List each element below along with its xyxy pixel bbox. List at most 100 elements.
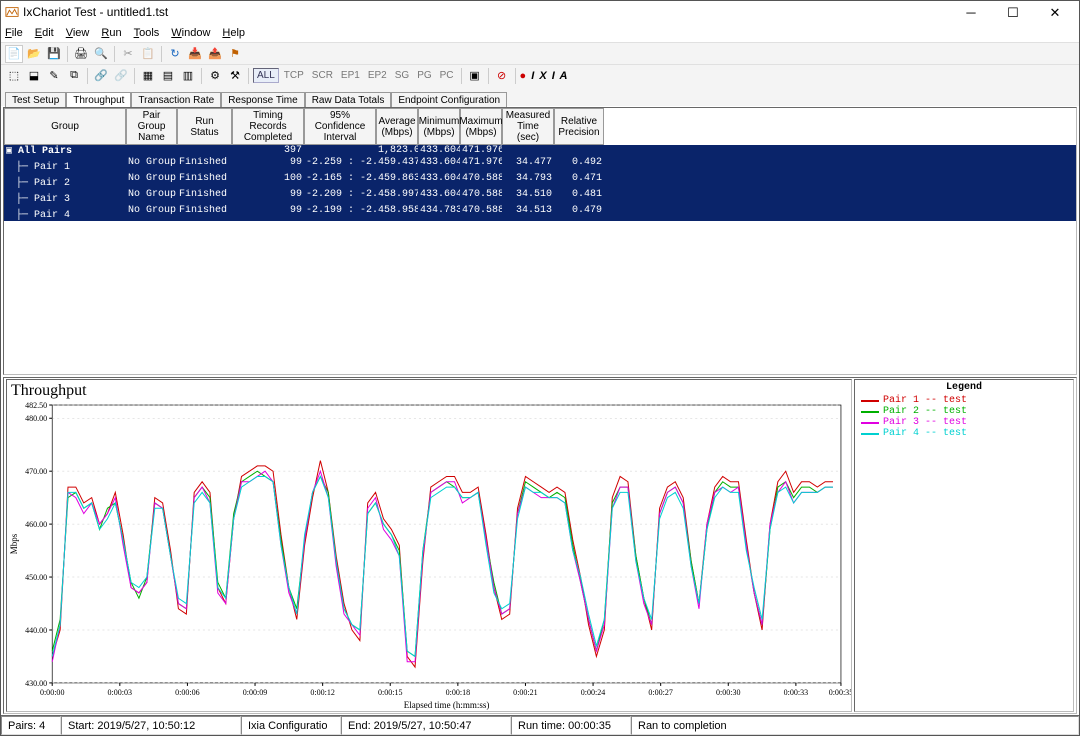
print-icon[interactable]: 🖨 [72,45,90,63]
table-row[interactable]: ▣ All Pairs3971,823.035433.604471.976 [4,145,1076,157]
minimize-button[interactable]: ─ [951,2,991,22]
import-icon[interactable]: 📥 [186,45,204,63]
menu-tools[interactable]: Tools [134,27,160,39]
menu-edit[interactable]: Edit [35,27,54,39]
column-header[interactable]: Timing Records Completed [232,108,304,145]
svg-text:0:00:06: 0:00:06 [175,688,200,697]
grid3-icon[interactable]: ▥ [179,67,197,85]
svg-text:430.00: 430.00 [25,679,47,688]
grid2-icon[interactable]: ▤ [159,67,177,85]
preview-icon[interactable]: 🔍 [92,45,110,63]
svg-text:460.00: 460.00 [25,520,47,529]
column-header[interactable]: Group [4,108,126,145]
tab-throughput[interactable]: Throughput [66,92,131,107]
cfg2-icon[interactable]: ⚒ [226,67,244,85]
svg-text:0:00:35: 0:00:35 [829,688,851,697]
toolbar-main: 📄 📂 💾 🖨 🔍 ✂ 📋 ↻ 📥 📤 ⚑ [1,42,1079,64]
menu-run[interactable]: Run [101,27,121,39]
export-icon[interactable]: 📤 [206,45,224,63]
filter-tcp[interactable]: TCP [281,69,307,82]
status-config: Ixia Configuratio [241,716,341,735]
svg-text:0:00:03: 0:00:03 [108,688,133,697]
group-icon[interactable]: ⬚ [5,67,23,85]
menu-file[interactable]: File [5,27,23,39]
tab-endpoint-configuration[interactable]: Endpoint Configuration [391,92,507,107]
column-header[interactable]: Run Status [177,108,232,145]
edit-icon[interactable]: ✎ [45,67,63,85]
column-header[interactable]: Measured Time (sec) [502,108,554,145]
close-button[interactable]: ✕ [1035,2,1075,22]
menu-help[interactable]: Help [222,27,245,39]
window-title: IxChariot Test - untitled1.tst [23,5,951,19]
column-header[interactable]: Maximum (Mbps) [460,108,502,145]
throughput-chart: 430.00440.00450.00460.00470.00480.00482.… [7,400,851,711]
status-start: Start: 2019/5/27, 10:50:12 [61,716,241,735]
pkt-icon[interactable]: ▣ [466,67,484,85]
pair-icon[interactable]: ⬓ [25,67,43,85]
legend-item: Pair 4 -- test [855,428,1073,439]
table-row[interactable]: ├─ Pair 3No GroupFinished99-2.209 : -2.2… [4,189,1076,205]
filter-pg[interactable]: PG [414,69,434,82]
filter-all[interactable]: ALL [253,68,279,83]
status-bar: Pairs: 4 Start: 2019/5/27, 10:50:12 Ixia… [1,715,1079,735]
svg-text:0:00:33: 0:00:33 [784,688,809,697]
menu-view[interactable]: View [66,27,90,39]
unlink-icon[interactable]: 🔗 [112,67,130,85]
filter-ep1[interactable]: EP1 [338,69,363,82]
svg-text:440.00: 440.00 [25,626,47,635]
column-header[interactable]: Pair Group Name [126,108,177,145]
reload-icon[interactable]: ↻ [166,45,184,63]
filter-sg[interactable]: SG [392,69,412,82]
link-icon[interactable]: 🔗 [92,67,110,85]
svg-text:0:00:27: 0:00:27 [648,688,673,697]
legend-title: Legend [855,380,1073,395]
column-header[interactable]: Relative Precision [554,108,604,145]
menu-window[interactable]: Window [171,27,210,39]
status-end: End: 2019/5/27, 10:50:47 [341,716,511,735]
table-row[interactable]: ├─ Pair 1No GroupFinished99-2.259 : -2.2… [4,157,1076,173]
svg-text:0:00:12: 0:00:12 [310,688,335,697]
chart-title: Throughput [7,380,851,400]
flag-icon[interactable]: ⚑ [226,45,244,63]
cfg1-icon[interactable]: ⚙ [206,67,224,85]
column-header[interactable]: Average (Mbps) [376,108,418,145]
svg-text:0:00:15: 0:00:15 [378,688,403,697]
brand-logo: ● I X I A [520,70,569,82]
results-table-panel: GroupPair Group NameRun StatusTiming Rec… [3,107,1077,375]
chart-pane: Throughput 430.00440.00450.00460.00470.0… [6,379,852,712]
column-header[interactable]: Minimum (Mbps) [418,108,460,145]
filter-ep2[interactable]: EP2 [365,69,390,82]
status-completion: Ran to completion [631,716,1079,735]
legend-pane: Legend Pair 1 -- testPair 2 -- testPair … [854,379,1074,712]
status-pairs: Pairs: 4 [1,716,61,735]
svg-text:Mbps: Mbps [9,533,19,554]
new-icon[interactable]: 📄 [5,45,23,63]
table-row[interactable]: ├─ Pair 4No GroupFinished99-2.199 : -2.1… [4,205,1076,221]
open-icon[interactable]: 📂 [25,45,43,63]
cut-icon[interactable]: ✂ [119,45,137,63]
tab-raw-data-totals[interactable]: Raw Data Totals [305,92,392,107]
noentry-icon[interactable]: ⊘ [493,67,511,85]
layers-icon[interactable]: ⧉ [65,67,83,85]
save-icon[interactable]: 💾 [45,45,63,63]
filter-pc[interactable]: PC [437,69,457,82]
column-header[interactable]: 95% Confidence Interval [304,108,376,145]
tab-test-setup[interactable]: Test Setup [5,92,66,107]
status-runtime: Run time: 00:00:35 [511,716,631,735]
grid1-icon[interactable]: ▦ [139,67,157,85]
tab-transaction-rate[interactable]: Transaction Rate [131,92,221,107]
svg-text:Elapsed time (h:mm:ss): Elapsed time (h:mm:ss) [404,700,490,710]
table-row[interactable]: ├─ Pair 2No GroupFinished100-2.165 : -2.… [4,173,1076,189]
svg-text:0:00:09: 0:00:09 [243,688,268,697]
titlebar: IxChariot Test - untitled1.tst ─ ☐ ✕ [1,1,1079,23]
svg-text:0:00:30: 0:00:30 [716,688,741,697]
copy-icon[interactable]: 📋 [139,45,157,63]
legend-item: Pair 3 -- test [855,417,1073,428]
maximize-button[interactable]: ☐ [993,2,1033,22]
tab-response-time[interactable]: Response Time [221,92,304,107]
svg-text:470.00: 470.00 [25,467,47,476]
app-icon [5,5,19,19]
svg-text:0:00:18: 0:00:18 [446,688,471,697]
filter-scr[interactable]: SCR [309,69,336,82]
svg-text:482.50: 482.50 [25,401,47,410]
